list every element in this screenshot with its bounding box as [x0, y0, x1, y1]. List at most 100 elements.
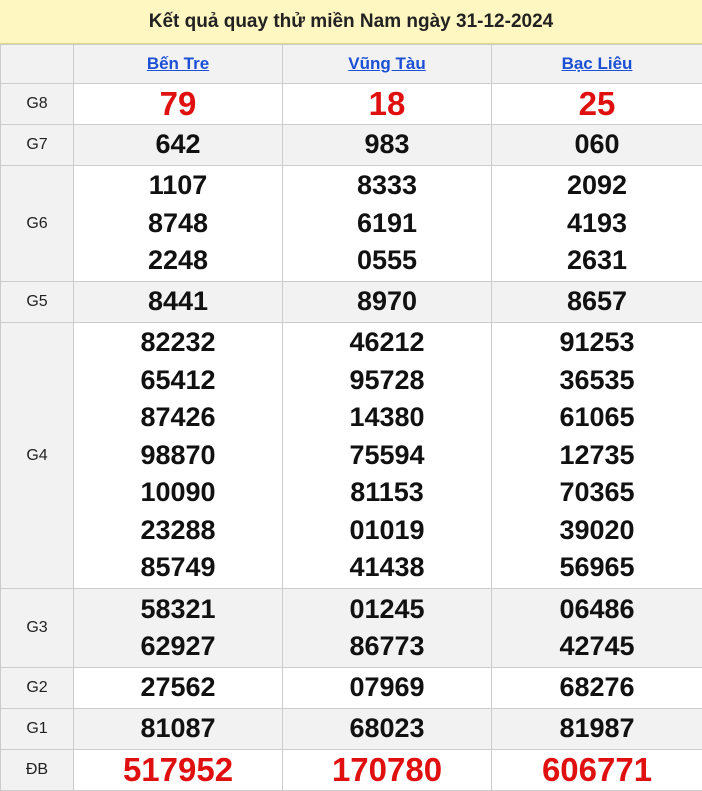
prize-cell: 606771 [492, 750, 702, 791]
prize-number: 8333 [283, 167, 491, 205]
prize-cell: 68023 [283, 709, 492, 750]
prize-number: 81987 [492, 710, 702, 748]
prize-number: 8748 [74, 205, 282, 243]
header-province-1: Bến Tre [74, 45, 283, 84]
prize-cell: 060 [492, 125, 702, 166]
prize-cell: 983 [283, 125, 492, 166]
prize-cell: 517952 [74, 750, 283, 791]
page-title: Kết quả quay thử miền Nam ngày 31-12-202… [0, 0, 702, 44]
prize-number: 87426 [74, 399, 282, 437]
prize-number: 01245 [283, 591, 491, 629]
prize-cell: 81987 [492, 709, 702, 750]
province-link-bac-lieu[interactable]: Bạc Liêu [562, 54, 633, 73]
prize-number: 2248 [74, 242, 282, 280]
prize-number: 606771 [492, 751, 702, 789]
prize-cell: 8657 [492, 282, 702, 323]
prize-number: 61065 [492, 399, 702, 437]
prize-number: 10090 [74, 474, 282, 512]
results-table: Bến Tre Vũng Tàu Bạc Liêu G8791825G76429… [0, 44, 702, 791]
prize-cell: 79 [74, 84, 283, 125]
prize-cell: 68276 [492, 668, 702, 709]
province-link-vung-tau[interactable]: Vũng Tàu [348, 54, 425, 73]
prize-number: 46212 [283, 324, 491, 362]
prize-cell: 18 [283, 84, 492, 125]
prize-number: 98870 [74, 437, 282, 475]
prize-row-g7: G7642983060 [1, 125, 702, 166]
prize-label: G5 [1, 282, 74, 323]
prize-number: 8441 [74, 283, 282, 321]
prize-number: 23288 [74, 512, 282, 550]
lottery-results-page: Kết quả quay thử miền Nam ngày 31-12-202… [0, 0, 702, 790]
prize-cell: 833361910555 [283, 166, 492, 282]
prize-number: 85749 [74, 549, 282, 587]
prize-number: 65412 [74, 362, 282, 400]
prize-number: 517952 [74, 751, 282, 789]
prize-number: 07969 [283, 669, 491, 707]
prize-cell: 91253365356106512735703653902056965 [492, 323, 702, 589]
prize-cell: 82232654128742698870100902328885749 [74, 323, 283, 589]
prize-number: 95728 [283, 362, 491, 400]
prize-row-g6: G6110787482248833361910555209241932631 [1, 166, 702, 282]
prize-number: 81153 [283, 474, 491, 512]
prize-number: 2631 [492, 242, 702, 280]
prize-number: 86773 [283, 628, 491, 666]
prize-label: G6 [1, 166, 74, 282]
prize-number: 68023 [283, 710, 491, 748]
prize-number: 36535 [492, 362, 702, 400]
prize-label: ĐB [1, 750, 74, 791]
prize-number: 41438 [283, 549, 491, 587]
prize-number: 4193 [492, 205, 702, 243]
province-header-row: Bến Tre Vũng Tàu Bạc Liêu [1, 45, 702, 84]
prize-label: G4 [1, 323, 74, 589]
prize-number: 12735 [492, 437, 702, 475]
prize-number: 060 [492, 126, 702, 164]
prize-number: 06486 [492, 591, 702, 629]
prize-cell: 209241932631 [492, 166, 702, 282]
prize-number: 2092 [492, 167, 702, 205]
prize-number: 1107 [74, 167, 282, 205]
header-empty-cell [1, 45, 74, 84]
prize-cell: 25 [492, 84, 702, 125]
prize-number: 8970 [283, 283, 491, 321]
prize-number: 39020 [492, 512, 702, 550]
prize-label: G3 [1, 589, 74, 668]
prize-number: 68276 [492, 669, 702, 707]
prize-number: 42745 [492, 628, 702, 666]
prize-cell: 0648642745 [492, 589, 702, 668]
prize-number: 91253 [492, 324, 702, 362]
prize-cell: 81087 [74, 709, 283, 750]
prize-cell: 46212957281438075594811530101941438 [283, 323, 492, 589]
prize-row-đb: ĐB517952170780606771 [1, 750, 702, 791]
province-link-ben-tre[interactable]: Bến Tre [147, 54, 209, 73]
prize-cell: 170780 [283, 750, 492, 791]
prize-cell: 8970 [283, 282, 492, 323]
prize-label: G2 [1, 668, 74, 709]
prize-cell: 0124586773 [283, 589, 492, 668]
prize-row-g2: G2275620796968276 [1, 668, 702, 709]
prize-number: 18 [283, 85, 491, 123]
prize-number: 8657 [492, 283, 702, 321]
prize-number: 81087 [74, 710, 282, 748]
prize-row-g5: G5844189708657 [1, 282, 702, 323]
prize-number: 642 [74, 126, 282, 164]
prize-cell: 27562 [74, 668, 283, 709]
prize-label: G7 [1, 125, 74, 166]
prize-cell: 642 [74, 125, 283, 166]
prize-number: 170780 [283, 751, 491, 789]
prize-number: 75594 [283, 437, 491, 475]
prize-label: G8 [1, 84, 74, 125]
prize-number: 70365 [492, 474, 702, 512]
prize-number: 82232 [74, 324, 282, 362]
header-province-2: Vũng Tàu [283, 45, 492, 84]
prize-number: 01019 [283, 512, 491, 550]
prize-number: 6191 [283, 205, 491, 243]
prize-cell: 8441 [74, 282, 283, 323]
prize-number: 983 [283, 126, 491, 164]
prize-row-g4: G482232654128742698870100902328885749462… [1, 323, 702, 589]
prize-row-g1: G1810876802381987 [1, 709, 702, 750]
prize-label: G1 [1, 709, 74, 750]
prize-cell: 5832162927 [74, 589, 283, 668]
header-province-3: Bạc Liêu [492, 45, 702, 84]
prize-number: 14380 [283, 399, 491, 437]
prize-number: 27562 [74, 669, 282, 707]
